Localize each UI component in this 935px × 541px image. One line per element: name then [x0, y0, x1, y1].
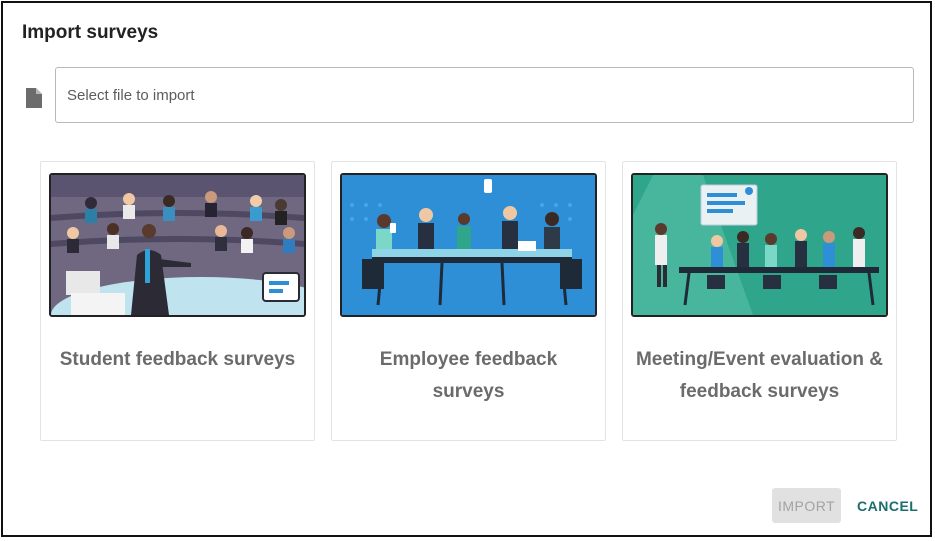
import-surveys-dialog: Import surveys Select file to import Stu… [1, 1, 932, 537]
lecture-hall-illustration [49, 173, 306, 317]
card-label: Student feedback surveys [59, 349, 296, 370]
card-label: Employee feedback surveys [379, 349, 558, 402]
boardroom-meeting-illustration [340, 173, 597, 317]
employee-feedback-card[interactable]: Employee feedback surveys [331, 161, 606, 441]
conference-presentation-illustration [631, 173, 888, 317]
meeting-event-feedback-card[interactable]: Meeting/Event evaluation & feedback surv… [622, 161, 897, 441]
file-select-input[interactable] [55, 67, 914, 123]
card-label: Meeting/Event evaluation & feedback surv… [635, 349, 884, 402]
student-feedback-card[interactable]: Student feedback surveys [40, 161, 315, 441]
import-button[interactable]: IMPORT [772, 488, 841, 523]
dialog-title: Import surveys [22, 22, 159, 43]
cancel-button[interactable]: CANCEL [851, 488, 921, 523]
file-icon [25, 87, 43, 109]
